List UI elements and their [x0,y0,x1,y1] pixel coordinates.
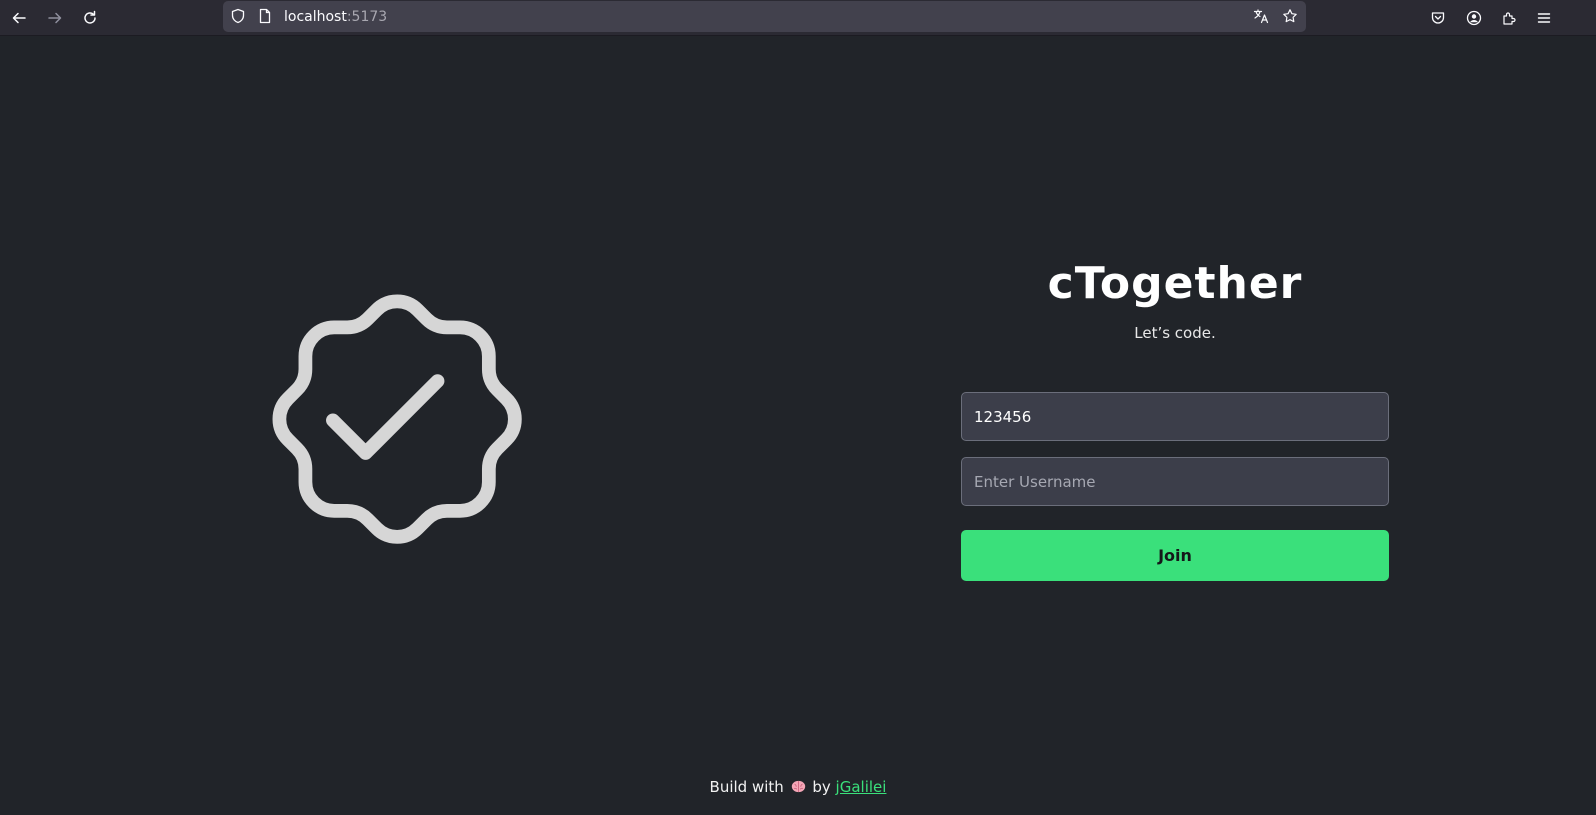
url-host: localhost [284,9,347,25]
url-port: :5173 [346,9,388,25]
browser-toolbar: localhost:5173 [0,0,1596,36]
verified-badge-icon [240,262,554,576]
shield-icon[interactable] [230,8,246,24]
bookmark-star-icon[interactable] [1282,8,1298,24]
url-text[interactable]: localhost:5173 [284,8,387,26]
page-icon[interactable] [257,8,273,24]
author-link[interactable]: jGalilei [836,778,887,796]
room-id-input[interactable] [961,392,1389,441]
back-icon[interactable] [5,4,33,32]
menu-icon[interactable] [1530,4,1558,32]
footer-suffix: by [812,778,831,796]
url-bar[interactable]: localhost:5173 [223,1,1306,32]
translate-icon[interactable] [1253,8,1269,24]
app-subtitle: Let’s code. [1134,324,1216,342]
account-icon[interactable] [1460,4,1488,32]
footer: Build with by jGalilei [0,778,1596,796]
app-title: cTogether [1047,258,1303,309]
brain-icon [791,779,806,793]
pocket-icon[interactable] [1424,4,1452,32]
extensions-icon[interactable] [1495,4,1523,32]
forward-icon[interactable] [41,4,69,32]
reload-icon[interactable] [76,4,104,32]
join-button[interactable]: Join [961,530,1389,581]
username-input[interactable] [961,457,1389,506]
footer-prefix: Build with [709,778,784,796]
